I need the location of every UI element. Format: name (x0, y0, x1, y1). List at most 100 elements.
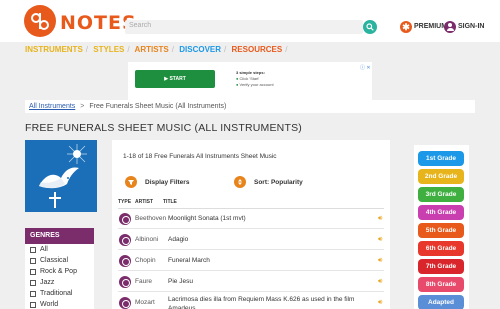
instrument-type-icon (119, 276, 131, 288)
table-row[interactable]: Beethoven Moonlight Sonata (1st mvt) 🔊︎ (118, 209, 384, 229)
genre-label: Traditional (40, 290, 73, 297)
search-icon (366, 23, 374, 31)
instrument-type-icon (119, 255, 131, 267)
checkbox[interactable] (30, 268, 36, 275)
genre-classical[interactable]: Classical (25, 255, 94, 266)
audio-icon[interactable]: 🔊︎ (378, 236, 382, 244)
ad-step-1: Click 'Start' (239, 76, 260, 81)
genre-all[interactable]: All (25, 244, 94, 255)
grade-2-button[interactable]: 2nd Grade (418, 169, 464, 184)
row-title[interactable]: Pie Jesu (168, 278, 193, 285)
premium-icon[interactable]: ✱ (400, 21, 412, 33)
breadcrumb-link-all-instruments[interactable]: All Instruments (29, 103, 75, 110)
table-row[interactable]: Albinoni Adagio 🔊︎ (118, 230, 384, 250)
genre-label: World (40, 301, 59, 308)
ad-start-label: START (169, 76, 186, 82)
search-button[interactable] (363, 20, 377, 34)
checkbox[interactable] (30, 301, 36, 308)
column-type[interactable]: TYPE (118, 199, 131, 205)
genre-world[interactable]: World (25, 299, 94, 309)
row-title[interactable]: Funeral March (168, 257, 210, 264)
site-header: NOTES Search ✱ PREMIUM SIGN-IN (0, 0, 500, 42)
ad-close-icon[interactable]: ⓘ ✕ (360, 64, 371, 71)
ad-start-button[interactable]: ▶ START (135, 70, 215, 88)
genre-label: Jazz (40, 279, 55, 286)
grade-1-button[interactable]: 1st Grade (418, 151, 464, 166)
table-row[interactable]: Faure Pie Jesu 🔊︎ (118, 272, 384, 292)
grade-sidebar: 1st Grade 2nd Grade 3rd Grade 4th Grade … (414, 145, 469, 309)
genre-label: Classical (40, 257, 69, 264)
display-filters-button[interactable]: Display Filters (125, 176, 189, 188)
genre-traditional[interactable]: Traditional (25, 288, 94, 299)
grade-8-button[interactable]: 8th Grade (418, 277, 464, 292)
row-title[interactable]: Lacrimosa dies illa from Requiem Mass K.… (168, 295, 378, 309)
genre-rock-pop[interactable]: Rock & Pop (25, 266, 94, 277)
row-artist[interactable]: Albinoni (135, 236, 158, 243)
nav-resources[interactable]: RESOURCES (232, 45, 283, 54)
instrument-type-icon (119, 234, 131, 246)
user-icon[interactable] (444, 21, 456, 33)
nav-separator: / (127, 45, 130, 54)
results-panel: 1-18 of 18 Free Funerals All Instruments… (112, 140, 390, 309)
ad-steps: 3 simple steps: ● Click 'Start' ● Verify… (236, 70, 274, 88)
search-placeholder: Search (129, 22, 152, 29)
breadcrumb-current: Free Funerals Sheet Music (All Instrumen… (89, 103, 227, 110)
genre-label: All (40, 246, 48, 253)
ad-step-2: Verify your account (239, 82, 274, 87)
row-title[interactable]: Moonlight Sonata (1st mvt) (168, 215, 246, 222)
nav-styles[interactable]: STYLES (93, 45, 124, 54)
nav-discover[interactable]: DISCOVER (179, 45, 221, 54)
column-artist[interactable]: ARTIST (135, 199, 153, 205)
row-artist[interactable]: Chopin (135, 257, 156, 264)
instrument-type-icon (119, 213, 131, 225)
nav-separator: / (224, 45, 227, 54)
nav-instruments[interactable]: INSTRUMENTS (25, 45, 83, 54)
nav-separator: / (85, 45, 89, 54)
sort-label: Sort: Popularity (254, 178, 303, 186)
nav-separator: / (285, 45, 288, 54)
logo-icon[interactable] (24, 5, 56, 37)
checkbox[interactable] (30, 279, 36, 286)
audio-icon[interactable]: 🔊︎ (378, 299, 382, 307)
main-nav: INSTRUMENTS / STYLES / ARTISTS / DISCOVER / … (25, 45, 290, 54)
results-count: 1-18 of 18 Free Funerals All Instruments… (123, 153, 277, 160)
breadcrumb: All Instruments > Free Funerals Sheet Musi… (25, 100, 475, 113)
genres-filter: GENRES All Classical Rock & Pop Jazz Tra… (25, 228, 94, 309)
sort-button[interactable]: Sort: Popularity (234, 176, 303, 188)
display-filters-label: Display Filters (145, 178, 190, 186)
grade-6-button[interactable]: 6th Grade (418, 241, 464, 256)
grade-7-button[interactable]: 7th Grade (418, 259, 464, 274)
search-input[interactable]: Search (125, 20, 363, 34)
row-artist[interactable]: Faure (135, 278, 152, 285)
audio-icon[interactable]: 🔊︎ (378, 215, 382, 223)
premium-link[interactable]: PREMIUM (414, 23, 447, 30)
breadcrumb-separator: > (80, 103, 85, 110)
checkbox[interactable] (30, 290, 36, 297)
grade-5-button[interactable]: 5th Grade (418, 223, 464, 238)
checkbox[interactable] (30, 246, 36, 253)
genre-label: Rock & Pop (40, 268, 77, 275)
genre-jazz[interactable]: Jazz (25, 277, 94, 288)
instrument-type-icon (119, 297, 131, 309)
ad-banner[interactable]: ▶ START 3 simple steps: ● Click 'Start' … (128, 62, 372, 100)
column-title[interactable]: TITLE (163, 199, 177, 205)
table-row[interactable]: Chopin Funeral March 🔊︎ (118, 251, 384, 271)
row-artist[interactable]: Beethoven (135, 215, 166, 222)
dove-icon (25, 140, 97, 212)
filter-icon (125, 176, 137, 188)
row-title[interactable]: Adagio (168, 236, 188, 243)
page-title: FREE FUNERALS SHEET MUSIC (ALL INSTRUMEN… (25, 122, 302, 134)
nav-artists[interactable]: ARTISTS (135, 45, 169, 54)
nav-separator: / (171, 45, 175, 54)
grade-3-button[interactable]: 3rd Grade (418, 187, 464, 202)
audio-icon[interactable]: 🔊︎ (378, 278, 382, 286)
table-row[interactable]: Mozart Lacrimosa dies illa from Requiem … (118, 293, 384, 309)
row-artist[interactable]: Mozart (135, 299, 155, 306)
sort-icon (234, 176, 246, 188)
checkbox[interactable] (30, 257, 36, 264)
adapted-button[interactable]: Adapted (418, 295, 464, 309)
signin-link[interactable]: SIGN-IN (458, 23, 484, 30)
grade-4-button[interactable]: 4th Grade (418, 205, 464, 220)
genres-header: GENRES (25, 228, 94, 244)
audio-icon[interactable]: 🔊︎ (378, 257, 382, 265)
